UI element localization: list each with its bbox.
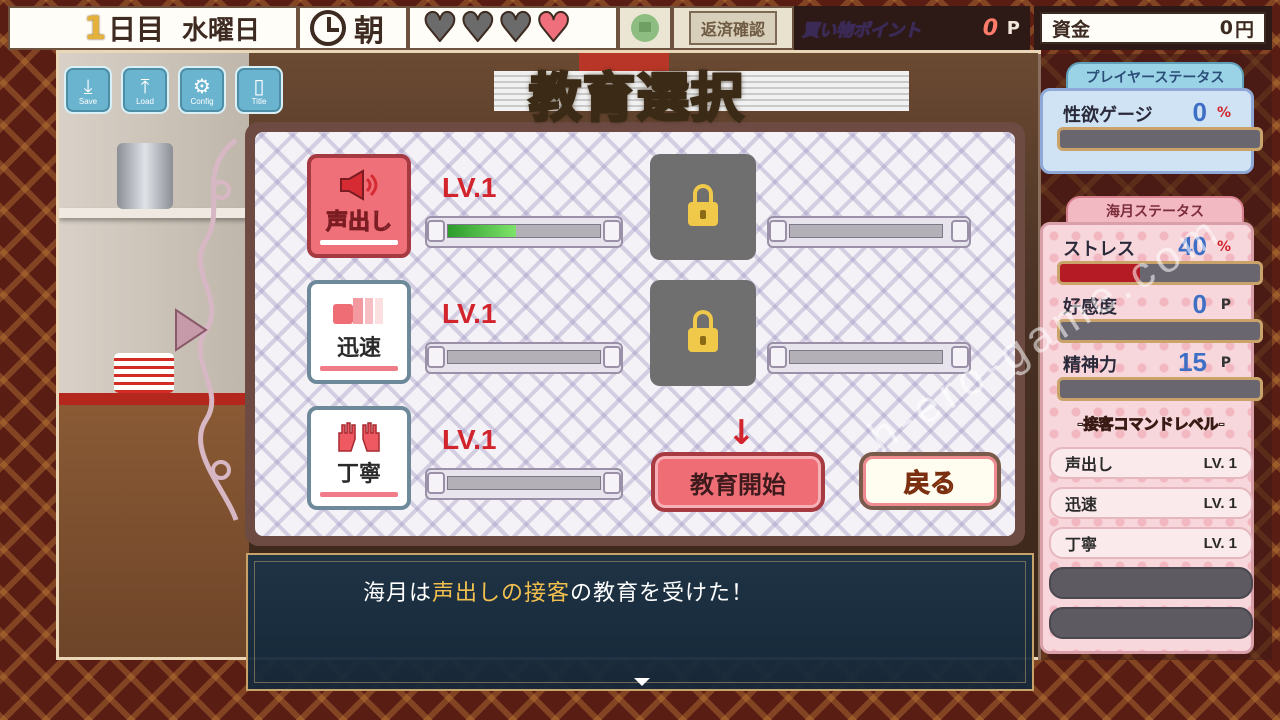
command-level: LV. 1 — [1203, 534, 1237, 552]
time-of-day: 朝 — [354, 14, 384, 49]
skill-speed-button[interactable]: 迅速 — [307, 280, 411, 384]
message-window[interactable]: 海月は声出しの接客の教育を受けた！ — [246, 553, 1034, 691]
skill-polite-name: 丁寧 — [336, 461, 381, 487]
config-label: Config — [190, 96, 214, 106]
megaphone-icon — [337, 168, 381, 202]
heart-icon: ♥ — [459, 5, 497, 51]
home-icon — [631, 14, 659, 42]
load-label: Load — [136, 96, 154, 106]
hands-icon — [333, 420, 385, 454]
command-name: 丁寧 — [1065, 535, 1098, 554]
hearts-meter: ♥ ♥ ♥ ♥ — [408, 6, 618, 50]
repay-check-button[interactable]: 返済確認 — [688, 11, 777, 45]
plates-image — [114, 353, 174, 393]
top-status-bar: 1 日目 水曜日 朝 ♥ ♥ ♥ ♥ 返済確認 買い物ポイント 0 P 資金 0… — [8, 6, 1272, 50]
locked-skill-slot[interactable] — [650, 280, 756, 386]
locked-skill-progress — [767, 216, 971, 248]
home-button[interactable] — [618, 6, 672, 50]
speed-icon — [331, 294, 387, 328]
skill-speed-level: LV.1 — [442, 298, 497, 329]
points-value: 0 — [982, 15, 998, 41]
funds-unit: 円 — [1234, 18, 1254, 41]
command-level: LV. 1 — [1203, 454, 1237, 472]
day-indicator: 1 日目 水曜日 — [8, 6, 298, 50]
libido-unit: % — [1216, 105, 1231, 121]
message-prefix: 海月は — [363, 581, 433, 606]
system-menu: ⤓ Save ⤒ Load ⚙ Config ▯ Title — [64, 66, 283, 114]
save-button[interactable]: ⤓ Save — [64, 66, 112, 114]
funds-label: 資金 — [1052, 18, 1091, 41]
skill-speed-name: 迅速 — [336, 335, 381, 361]
command-level-header: -接客コマンドレベル- — [1077, 415, 1225, 434]
locked-skill-slot[interactable] — [650, 154, 756, 260]
dialog-title: 教育選択 — [527, 68, 745, 131]
command-name: 迅速 — [1065, 495, 1098, 514]
clock-icon — [310, 10, 346, 46]
start-education-button[interactable]: 教育開始 — [651, 452, 825, 512]
load-button[interactable]: ⤒ Load — [121, 66, 169, 114]
skill-voice-progress-fill — [448, 225, 517, 237]
command-level-speed: 迅速 LV. 1 — [1049, 487, 1253, 519]
command-level-empty — [1049, 607, 1253, 639]
skill-voice-level: LV.1 — [442, 172, 497, 203]
weekday: 水曜日 — [182, 15, 261, 46]
ornament-decoration — [175, 138, 239, 521]
mental-gauge — [1057, 377, 1263, 401]
libido-value: 0 — [1192, 97, 1207, 127]
points-label: 買い物ポイント — [802, 20, 922, 41]
heart-icon: ♥ — [421, 5, 459, 51]
status-panel: プレイヤーステータス 性欲ゲージ 0 % 海月ステータス ストレス 40 % 好… — [1038, 54, 1272, 660]
points-unit: P — [1006, 17, 1020, 39]
save-icon: ⤓ — [83, 73, 93, 98]
message-suffix: の教育を受けた！ — [570, 581, 755, 606]
heart-icon: ♥ — [535, 5, 573, 51]
skill-polite-level: LV.1 — [442, 424, 497, 455]
message-text: 海月は声出しの接客の教育を受けた！ — [363, 575, 754, 607]
skill-voice-name: 声出し — [325, 209, 392, 235]
mental-unit: P — [1220, 355, 1231, 371]
funds-display: 資金 0 円 — [1034, 6, 1272, 50]
repay-check-container: 返済確認 — [672, 6, 794, 50]
back-button[interactable]: 戻る — [859, 452, 1001, 510]
affection-value: 0 — [1192, 289, 1207, 319]
command-level: LV. 1 — [1203, 494, 1237, 512]
command-name: 声出し — [1065, 455, 1114, 474]
player-status-card: 性欲ゲージ 0 % — [1040, 88, 1263, 174]
day-number: 1 — [84, 9, 107, 47]
command-level-empty — [1049, 567, 1253, 599]
affection-unit: P — [1220, 297, 1231, 313]
message-highlight: 声出しの接客 — [432, 581, 571, 606]
libido-gauge — [1057, 127, 1263, 151]
time-indicator: 朝 — [298, 6, 408, 50]
arrow-down-icon: ↓ — [727, 413, 756, 453]
config-button[interactable]: ⚙ Config — [178, 66, 226, 114]
skill-polite-button[interactable]: 丁寧 — [307, 406, 411, 510]
shopping-points: 買い物ポイント 0 P — [794, 6, 1030, 50]
funds-value: 0 — [1219, 17, 1233, 39]
mental-label: 精神力 — [1063, 355, 1117, 376]
title-button[interactable]: ▯ Title — [235, 66, 283, 114]
education-dialog: 声出し LV.1 迅速 LV.1 丁寧 LV.1 ↓ 教育開始 戻る — [245, 122, 1025, 546]
gear-icon: ⚙ — [193, 73, 211, 98]
pot-image — [117, 143, 173, 209]
skill-polite-progress — [425, 468, 623, 500]
title-label: Title — [251, 96, 267, 106]
load-icon: ⤒ — [140, 73, 150, 98]
save-label: Save — [78, 96, 98, 106]
libido-label: 性欲ゲージ — [1063, 105, 1153, 126]
day-suffix: 日目 — [108, 13, 165, 46]
skill-speed-progress — [425, 342, 623, 374]
skill-voice-progress — [425, 216, 623, 248]
door-icon: ▯ — [253, 73, 265, 98]
command-level-polite: 丁寧 LV. 1 — [1049, 527, 1253, 559]
command-level-voice: 声出し LV. 1 — [1049, 447, 1253, 479]
mental-value: 15 — [1178, 347, 1207, 377]
lock-icon — [688, 184, 718, 226]
lock-icon — [688, 310, 718, 352]
skill-voice-button[interactable]: 声出し — [307, 154, 411, 258]
heart-icon: ♥ — [497, 5, 535, 51]
advance-caret-icon — [634, 678, 650, 686]
